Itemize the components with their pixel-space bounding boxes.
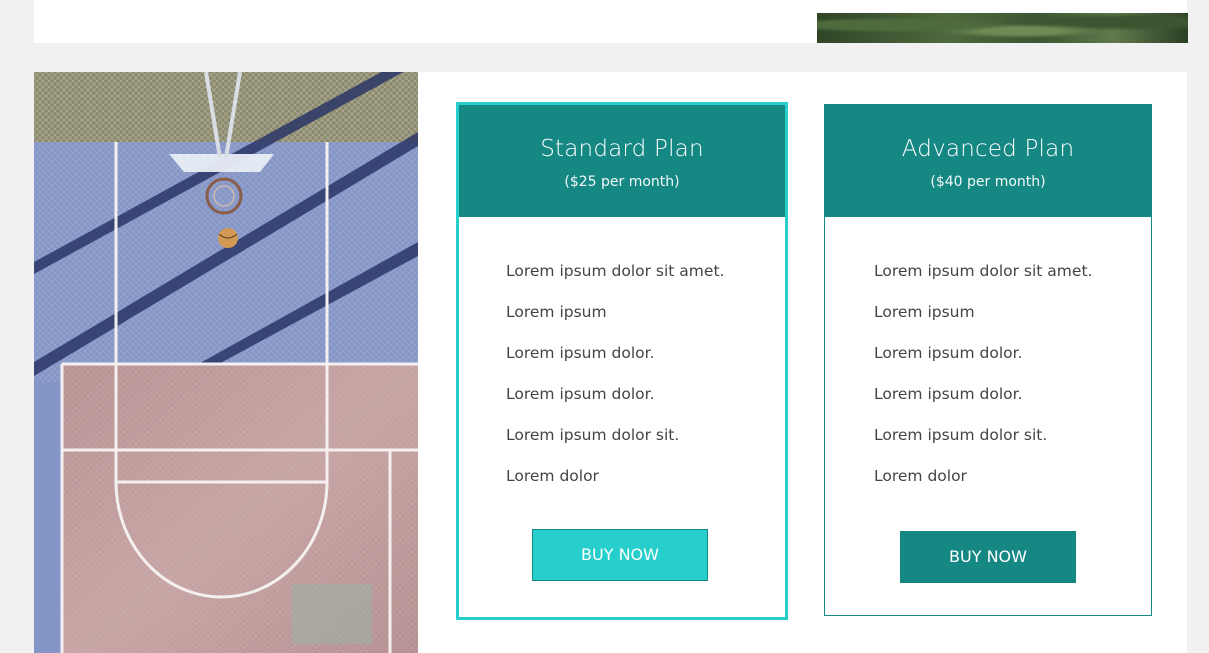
plan-card-advanced: Advanced Plan ($40 per month) Lorem ipsu… (824, 104, 1152, 616)
list-item: Lorem ipsum dolor sit amet. (874, 262, 1093, 280)
feature-list: Lorem ipsum dolor sit amet. Lorem ipsum … (825, 217, 1151, 506)
feature-list: Lorem ipsum dolor sit amet. Lorem ipsum … (459, 217, 785, 506)
list-item: Lorem ipsum dolor sit. (874, 426, 1048, 444)
list-item: Lorem ipsum (874, 303, 975, 321)
list-item: Lorem ipsum dolor. (506, 344, 655, 362)
pricing-section: Standard Plan ($25 per month) Lorem ipsu… (34, 72, 1187, 653)
list-item: Lorem ipsum dolor sit amet. (506, 262, 725, 280)
list-item: Lorem ipsum dolor. (506, 385, 655, 403)
list-item: Lorem ipsum (506, 303, 607, 321)
list-item: Lorem dolor (506, 467, 599, 485)
buy-now-button-standard[interactable]: BUY NOW (532, 529, 708, 581)
plan-title: Standard Plan (540, 136, 704, 162)
list-item: Lorem ipsum dolor. (874, 344, 1023, 362)
plan-header: Standard Plan ($25 per month) (459, 105, 785, 217)
list-item: Lorem ipsum dolor. (874, 385, 1023, 403)
basketball-court-image (34, 72, 418, 653)
plan-title: Advanced Plan (901, 136, 1075, 162)
plan-header: Advanced Plan ($40 per month) (825, 105, 1151, 217)
plan-price: ($40 per month) (930, 174, 1046, 190)
top-foliage-image (817, 13, 1188, 43)
plan-card-standard: Standard Plan ($25 per month) Lorem ipsu… (456, 102, 788, 620)
list-item: Lorem ipsum dolor sit. (506, 426, 680, 444)
list-item: Lorem dolor (874, 467, 967, 485)
plan-price: ($25 per month) (564, 174, 680, 190)
buy-now-button-advanced[interactable]: BUY NOW (900, 531, 1076, 583)
